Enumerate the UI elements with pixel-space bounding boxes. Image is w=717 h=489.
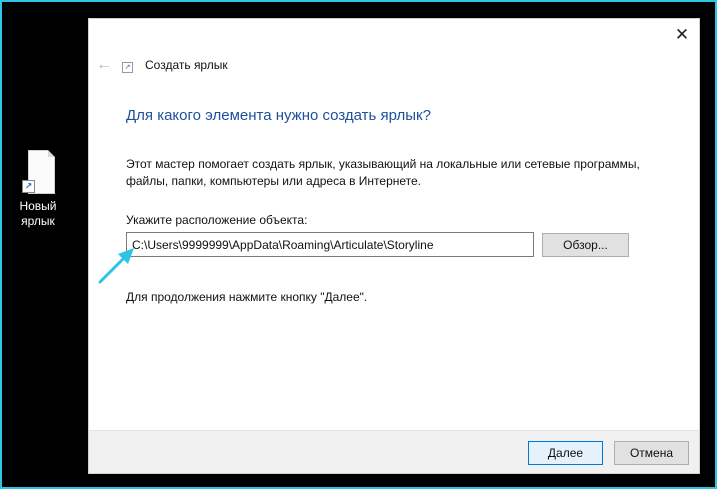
browse-button[interactable]: Обзор... [542,233,629,257]
shortcut-file-icon: ↗ [20,150,56,196]
location-input[interactable] [126,232,534,257]
location-label: Укажите расположение объекта: [126,213,308,227]
callout-arrow-icon [98,248,134,284]
desktop-shortcut[interactable]: ↗ Новый ярлык [12,150,64,229]
continue-hint: Для продолжения нажмите кнопку "Далее". [126,290,368,304]
close-icon[interactable]: ✕ [671,25,693,45]
shortcut-arrow-icon: ↗ [22,180,35,193]
back-arrow-icon[interactable]: ← [95,56,113,74]
shortcut-wizard-icon: ↗ [122,62,133,73]
desktop-shortcut-label-line1: Новый [19,199,57,213]
dialog-title: Создать ярлык [145,58,228,72]
wizard-description: Этот мастер помогает создать ярлык, указ… [126,156,666,190]
description-line-2: файлы, папки, компьютеры или адреса в Ин… [126,174,422,188]
cancel-button[interactable]: Отмена [614,441,689,465]
page-heading: Для какого элемента нужно создать ярлык? [126,107,431,124]
description-line-1: Этот мастер помогает создать ярлык, указ… [126,157,640,171]
desktop-shortcut-label-line2: ярлык [21,214,55,228]
dialog-footer: Далее Отмена [89,430,699,473]
create-shortcut-dialog: ✕ ← ↗ Создать ярлык Для какого элемента … [88,18,700,474]
next-button[interactable]: Далее [528,441,603,465]
